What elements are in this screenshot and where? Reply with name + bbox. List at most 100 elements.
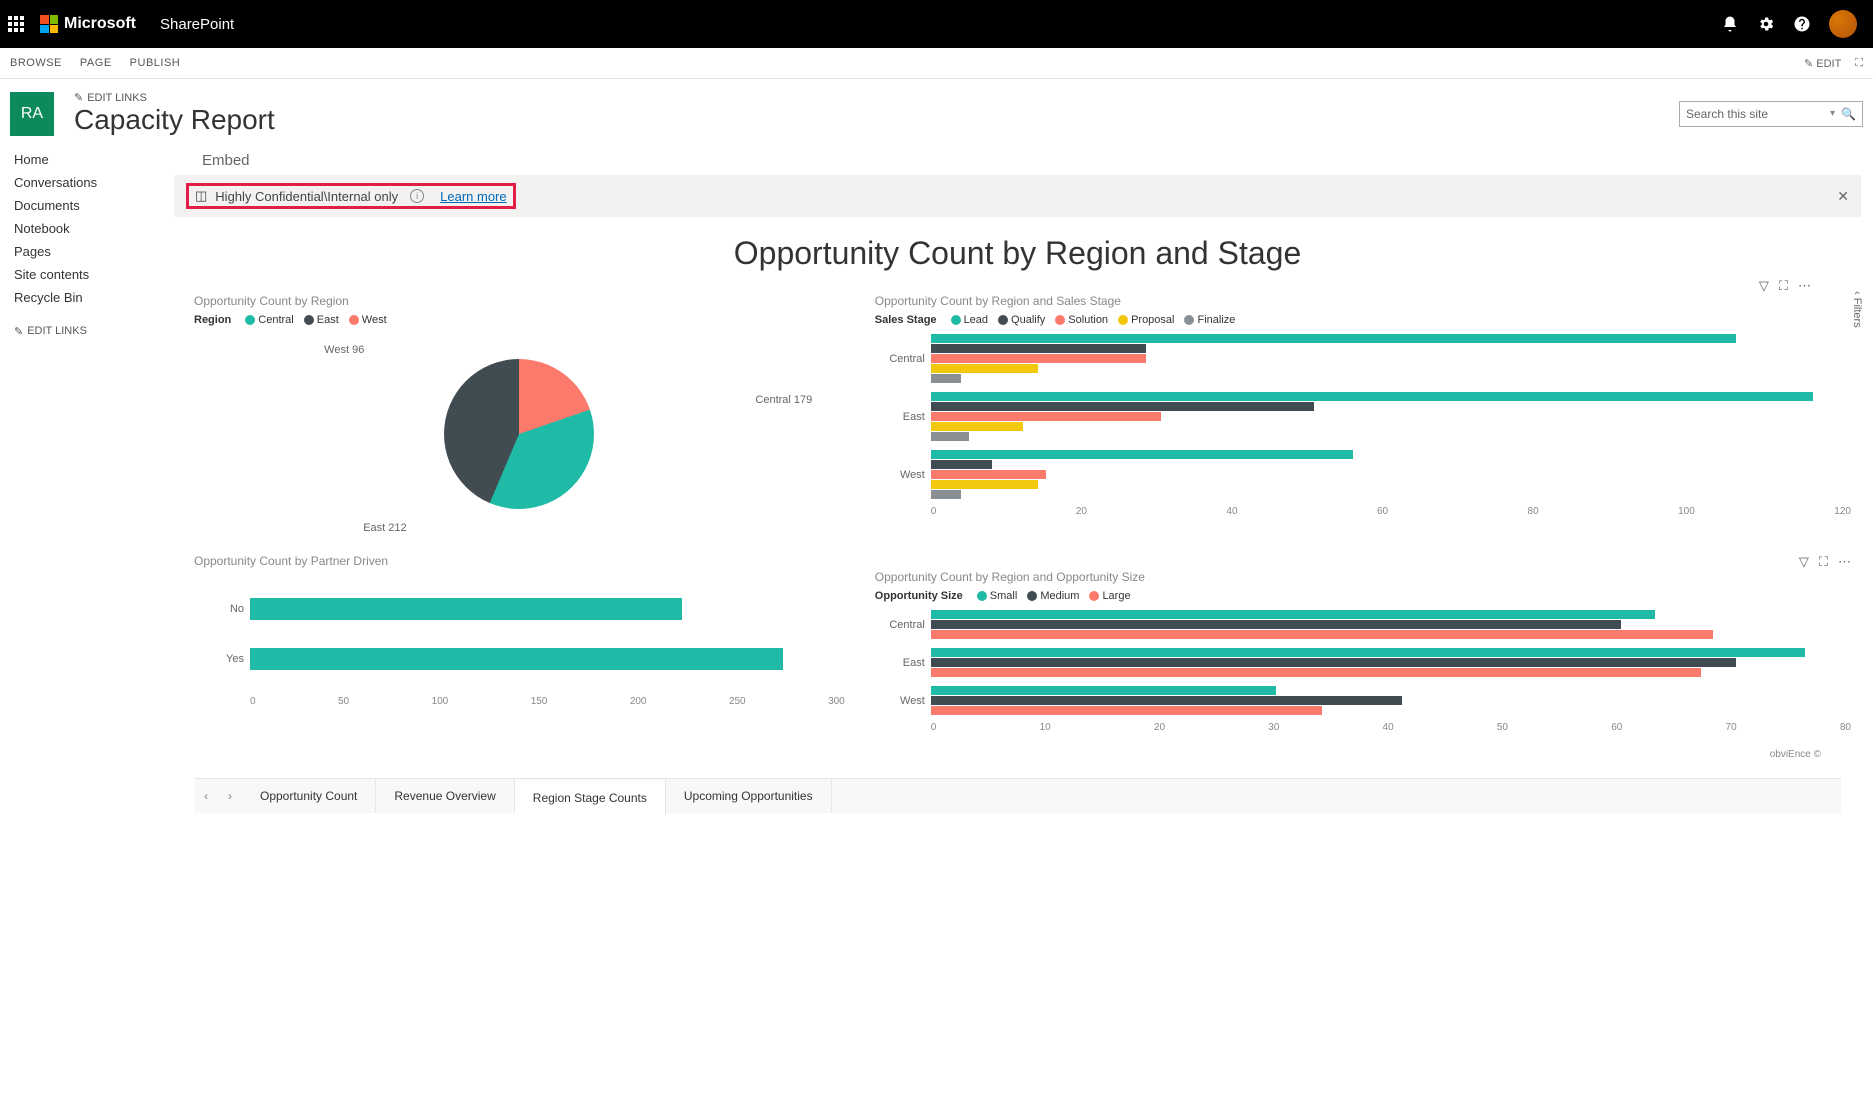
sensitivity-banner: ◫ Highly Confidential\Internal only i Le… [174,175,1861,217]
tab-prev-icon[interactable]: ‹ [194,789,218,803]
suite-bar: Microsoft SharePoint [0,0,1873,48]
visual-more-icon[interactable]: ⋯ [1838,554,1851,570]
bar-segment [931,412,1161,421]
notifications-icon[interactable] [1721,15,1739,33]
chart-legend: Sales StageLeadQualifySolutionProposalFi… [875,314,1851,326]
bar-segment [250,598,682,620]
bar-segment [931,432,969,441]
category-label: No [194,603,244,615]
search-placeholder: Search this site [1686,107,1768,121]
bar-segment [931,344,1146,353]
bar-segment [931,374,962,383]
embed-webpart-label: Embed [202,152,1861,169]
nav-item-conversations[interactable]: Conversations [14,171,164,194]
filters-pane-toggle[interactable]: ‹ Filters [1851,285,1863,334]
bar-segment [931,658,1736,667]
bar-segment [931,334,1736,343]
category-label: Central [875,353,925,365]
report-page-tabs: ‹ › Opportunity CountRevenue OverviewReg… [194,778,1841,813]
chart-pie-region[interactable]: Opportunity Count by Region RegionCentra… [194,294,845,534]
chart-title: Opportunity Count by Partner Driven [194,554,845,568]
bar-segment [250,648,783,670]
report-tab-revenue-overview[interactable]: Revenue Overview [376,779,514,813]
copyright-label: obviEnce © [174,749,1821,760]
tab-next-icon[interactable]: › [218,789,242,803]
bar-segment [931,460,992,469]
site-logo[interactable]: RA [10,92,54,136]
visual-focus-icon[interactable]: ⛶ [1819,554,1828,570]
category-label: West [875,695,925,707]
chart-title: Opportunity Count by Region and Opportun… [875,570,1851,584]
ribbon-tab-page[interactable]: PAGE [80,57,112,69]
page-title: Capacity Report [74,104,275,136]
visual-more-icon[interactable]: ⋯ [1798,278,1811,294]
sharepoint-label[interactable]: SharePoint [160,16,234,33]
edit-page-button[interactable]: ✎ EDIT [1804,57,1841,70]
pie-slice-label-west: West 96 [324,344,364,356]
chart-title: Opportunity Count by Region and Sales St… [875,294,1851,308]
pie-graphic [444,359,594,509]
chart-title: Opportunity Count by Region [194,294,845,308]
highlight-annotation: ◫ Highly Confidential\Internal only i Le… [186,183,516,209]
microsoft-logo: Microsoft [40,15,136,33]
chart-legend: Opportunity SizeSmallMediumLarge [875,590,1851,602]
bar-segment [931,686,1276,695]
user-avatar[interactable] [1829,10,1857,38]
settings-icon[interactable] [1757,15,1775,33]
search-scope-dropdown-icon[interactable]: ▾ [1830,108,1835,119]
nav-item-documents[interactable]: Documents [14,194,164,217]
bar-segment [931,630,1713,639]
bar-segment [931,364,1038,373]
ribbon-tab-browse[interactable]: BROWSE [10,57,62,69]
edit-links-nav[interactable]: ✎ EDIT LINKS [14,325,164,338]
visual-filter-icon[interactable]: ▽ [1799,554,1809,570]
visual-focus-icon[interactable]: ⛶ [1779,278,1788,294]
bar-segment [931,470,1046,479]
bar-segment [931,422,1023,431]
report-tab-upcoming-opportunities[interactable]: Upcoming Opportunities [666,779,832,813]
site-header: RA ✎ EDIT LINKS Capacity Report Search t… [0,79,1873,144]
help-icon[interactable] [1793,15,1811,33]
search-icon[interactable]: 🔍 [1841,107,1856,121]
quick-launch-nav: HomeConversationsDocumentsNotebookPagesS… [0,144,174,813]
chart-legend: RegionCentralEastWest [194,314,845,326]
bar-segment [931,490,962,499]
chart-bars-size[interactable]: ▽ ⛶ ⋯ Opportunity Count by Region and Op… [875,554,1851,733]
bar-segment [931,668,1702,677]
close-icon[interactable]: ✕ [1837,188,1849,205]
ribbon-tab-publish[interactable]: PUBLISH [130,57,181,69]
nav-item-pages[interactable]: Pages [14,240,164,263]
info-icon[interactable]: i [410,189,424,203]
bar-segment [931,648,1805,657]
fullscreen-icon[interactable]: ⛶ [1855,57,1863,70]
bar-segment [931,480,1038,489]
app-launcher-icon[interactable] [8,16,24,32]
sensitivity-label: Highly Confidential\Internal only [215,189,398,204]
category-label: East [875,411,925,423]
chart-bars-stage[interactable]: Opportunity Count by Region and Sales St… [875,294,1851,534]
nav-item-recycle-bin[interactable]: Recycle Bin [14,286,164,309]
category-label: West [875,469,925,481]
report-tab-opportunity-count[interactable]: Opportunity Count [242,779,376,813]
nav-item-notebook[interactable]: Notebook [14,217,164,240]
report-title: Opportunity Count by Region and Stage [174,235,1861,272]
report-tab-region-stage-counts[interactable]: Region Stage Counts [515,779,666,815]
bar-segment [931,450,1353,459]
nav-item-home[interactable]: Home [14,148,164,171]
learn-more-link[interactable]: Learn more [440,189,506,204]
category-label: East [875,657,925,669]
bar-segment [931,696,1403,705]
bar-segment [931,706,1322,715]
bar-segment [931,392,1813,401]
category-label: Central [875,619,925,631]
page-action-bar: BROWSE PAGE PUBLISH ✎ EDIT ⛶ [0,48,1873,79]
bar-segment [931,354,1146,363]
edit-links-top[interactable]: ✎ EDIT LINKS [74,91,275,104]
nav-item-site-contents[interactable]: Site contents [14,263,164,286]
microsoft-label: Microsoft [64,15,136,33]
pie-slice-label-central: Central 179 [755,394,812,406]
visual-filter-icon[interactable]: ▽ [1759,278,1769,294]
bar-segment [931,620,1621,629]
chart-bars-partner[interactable]: Opportunity Count by Partner Driven NoYe… [194,554,845,733]
search-input[interactable]: Search this site ▾ 🔍 [1679,101,1863,127]
